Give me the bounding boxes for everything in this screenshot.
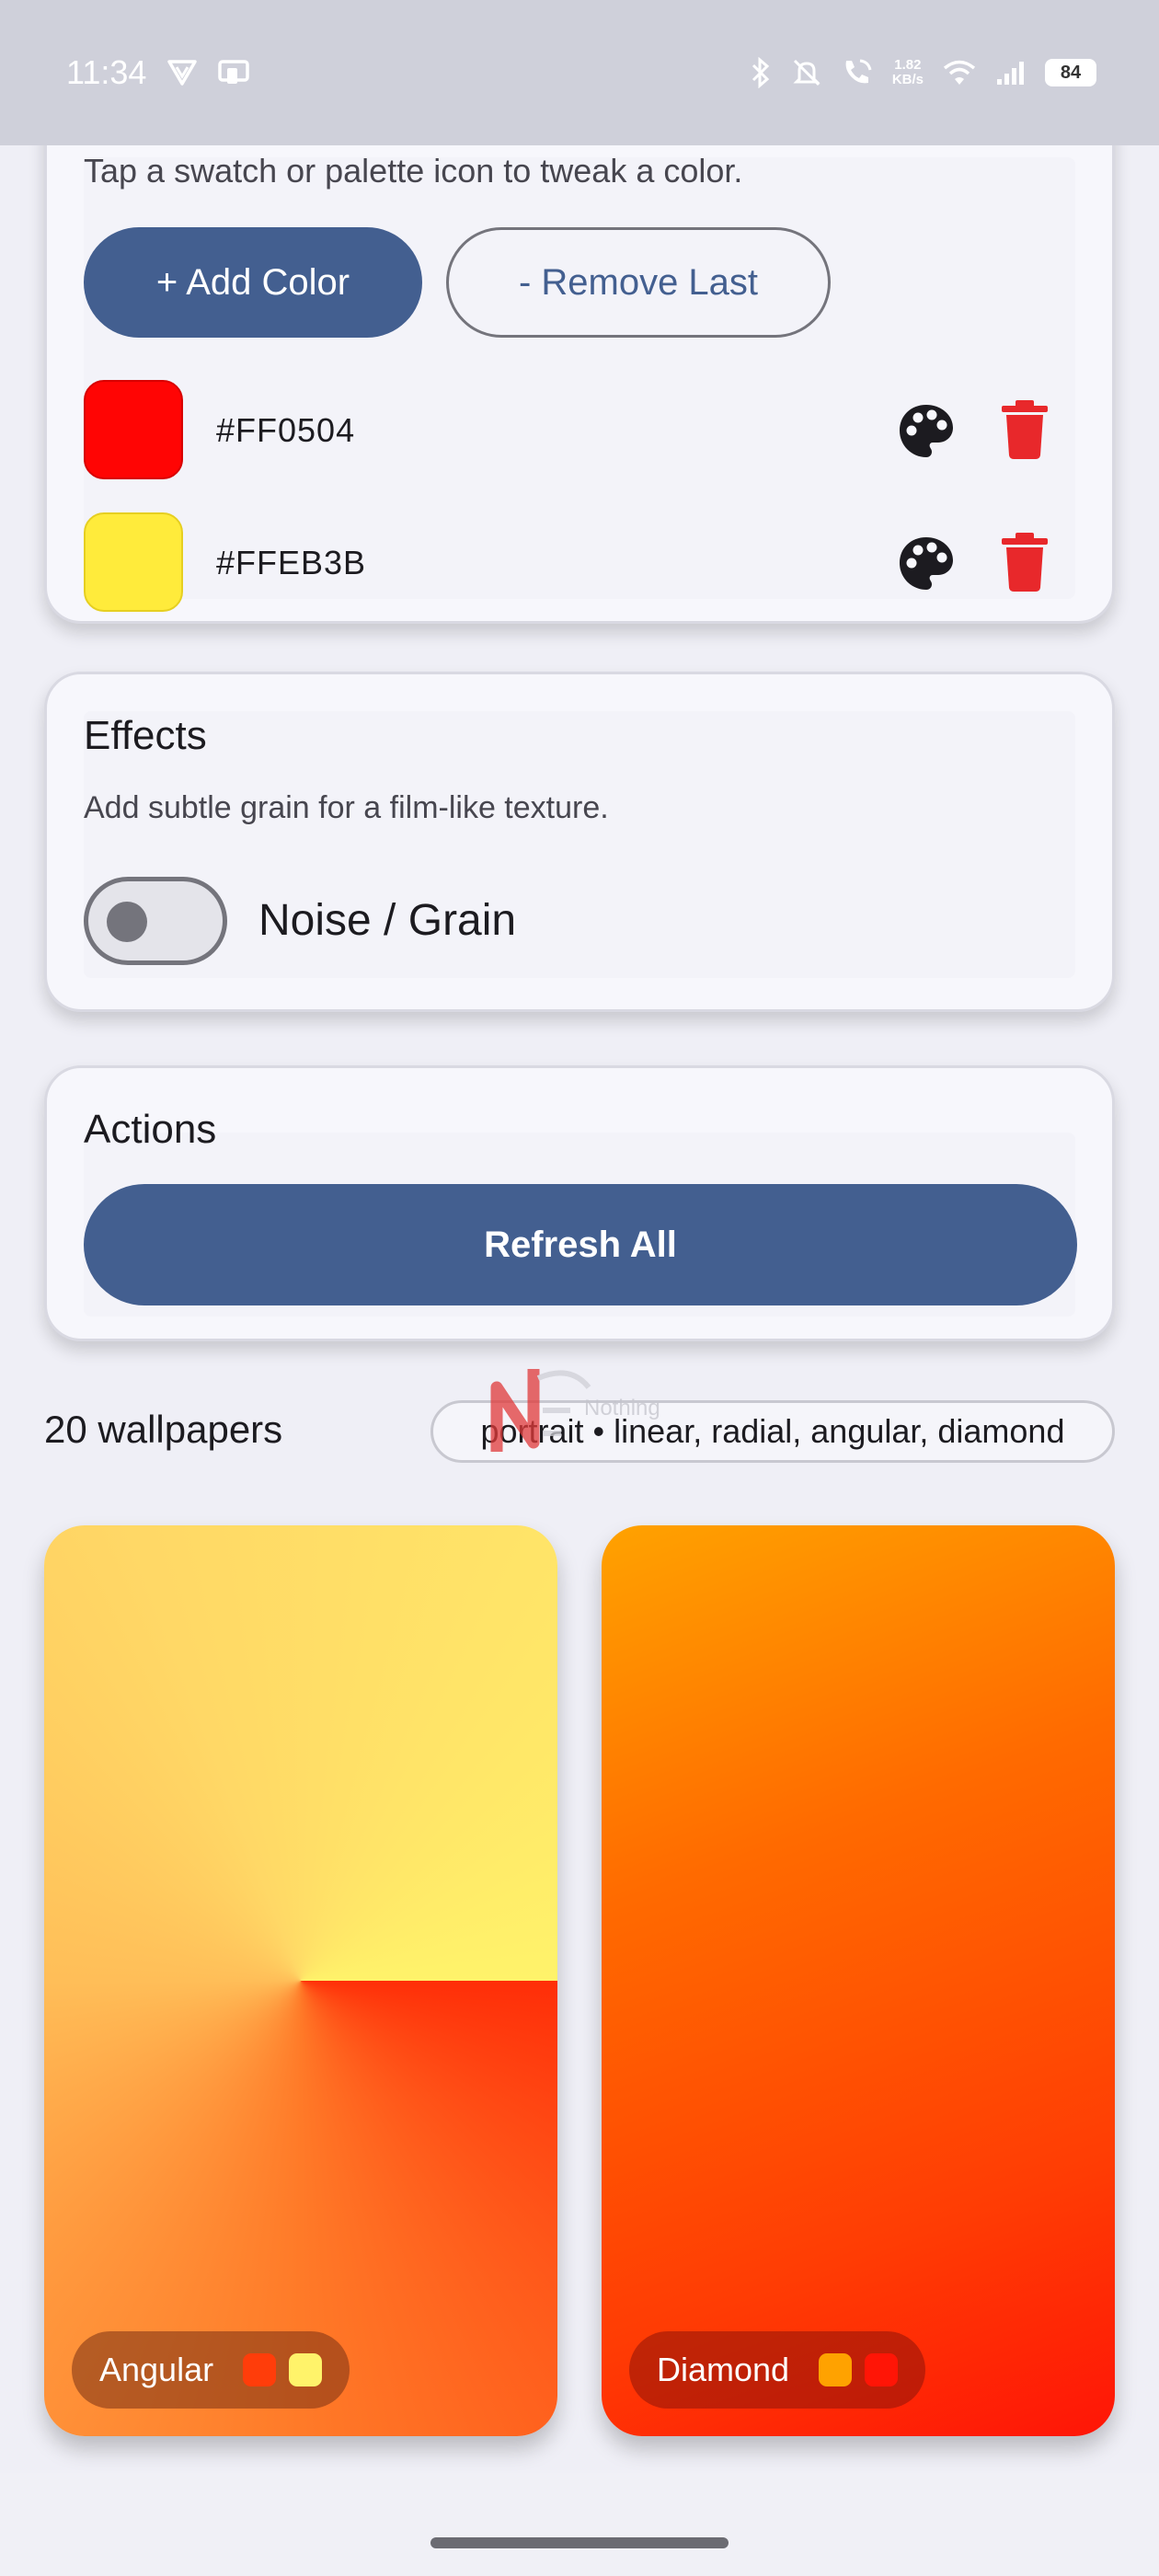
status-time: 11:34: [66, 53, 147, 91]
effects-description: Add subtle grain for a film-like texture…: [84, 790, 609, 825]
navigation-bar: [0, 2473, 1159, 2576]
toggle-knob: [107, 902, 147, 942]
effects-title: Effects: [84, 713, 207, 758]
add-color-button[interactable]: + Add Color: [84, 227, 422, 338]
color-swatch[interactable]: [84, 380, 183, 479]
status-right: 1.82 KB/s 84: [749, 57, 1096, 88]
vpn-icon: [166, 59, 198, 86]
wallpaper-swatch: [289, 2353, 323, 2386]
wallpaper-type: Angular: [99, 2351, 214, 2388]
content-scroll[interactable]: Tap a swatch or palette icon to tweak a …: [0, 145, 1159, 2473]
mute-icon: [791, 57, 822, 88]
home-gesture-handle[interactable]: [430, 2537, 729, 2548]
colors-card: Tap a swatch or palette icon to tweak a …: [44, 145, 1115, 624]
palette-icon[interactable]: [897, 535, 956, 593]
net-speed-value: 1.82: [894, 57, 922, 73]
bluetooth-icon: [749, 57, 773, 88]
effects-card-surface: [84, 711, 1075, 978]
wallpaper-type: Diamond: [657, 2351, 790, 2388]
net-speed: 1.82 KB/s: [892, 58, 924, 87]
wallpaper-swatch: [819, 2353, 853, 2386]
signal-icon: [995, 59, 1027, 86]
wallpaper-swatch: [865, 2353, 899, 2386]
refresh-all-button[interactable]: Refresh All: [84, 1184, 1077, 1305]
wallpaper-label: Diamond: [629, 2331, 926, 2409]
wallpaper-swatch: [243, 2353, 277, 2386]
effects-card: Effects Add subtle grain for a film-like…: [44, 672, 1115, 1012]
delete-icon[interactable]: [1002, 400, 1048, 459]
net-speed-unit: KB/s: [891, 72, 924, 87]
wallpaper-label: Angular: [72, 2331, 350, 2409]
watermark-text: Nothing: [584, 1396, 660, 1420]
color-hex: #FF0504: [216, 411, 356, 449]
actions-title: Actions: [84, 1107, 217, 1152]
palette-icon[interactable]: [897, 402, 956, 461]
noise-grain-label: Noise / Grain: [258, 896, 517, 945]
color-hex: #FFEB3B: [216, 544, 367, 581]
wifi-icon: [942, 59, 977, 86]
actions-card: Actions Refresh All: [44, 1065, 1115, 1341]
wallpaper-count: 20 wallpapers: [44, 1408, 283, 1451]
status-bar: 11:34 1.82 KB/s 84: [0, 0, 1159, 145]
status-left: 11:34: [66, 53, 250, 92]
colors-hint: Tap a swatch or palette icon to tweak a …: [84, 152, 743, 190]
wallpaper-card-angular[interactable]: Angular: [44, 1525, 557, 2436]
screen-cast-icon: [218, 59, 250, 86]
nothing-watermark-logo: Nothing: [490, 1369, 660, 1452]
color-swatch[interactable]: [84, 512, 183, 612]
wallpaper-card-diamond[interactable]: Diamond: [602, 1525, 1115, 2436]
battery-icon: 84: [1045, 59, 1096, 86]
color-row: #FFEB3B: [84, 512, 1077, 614]
noise-grain-toggle[interactable]: [84, 877, 227, 965]
delete-icon[interactable]: [1002, 533, 1048, 592]
remove-last-button[interactable]: - Remove Last: [446, 227, 831, 338]
wifi-calling-icon: [841, 57, 874, 88]
color-row: #FF0504: [84, 380, 1077, 481]
